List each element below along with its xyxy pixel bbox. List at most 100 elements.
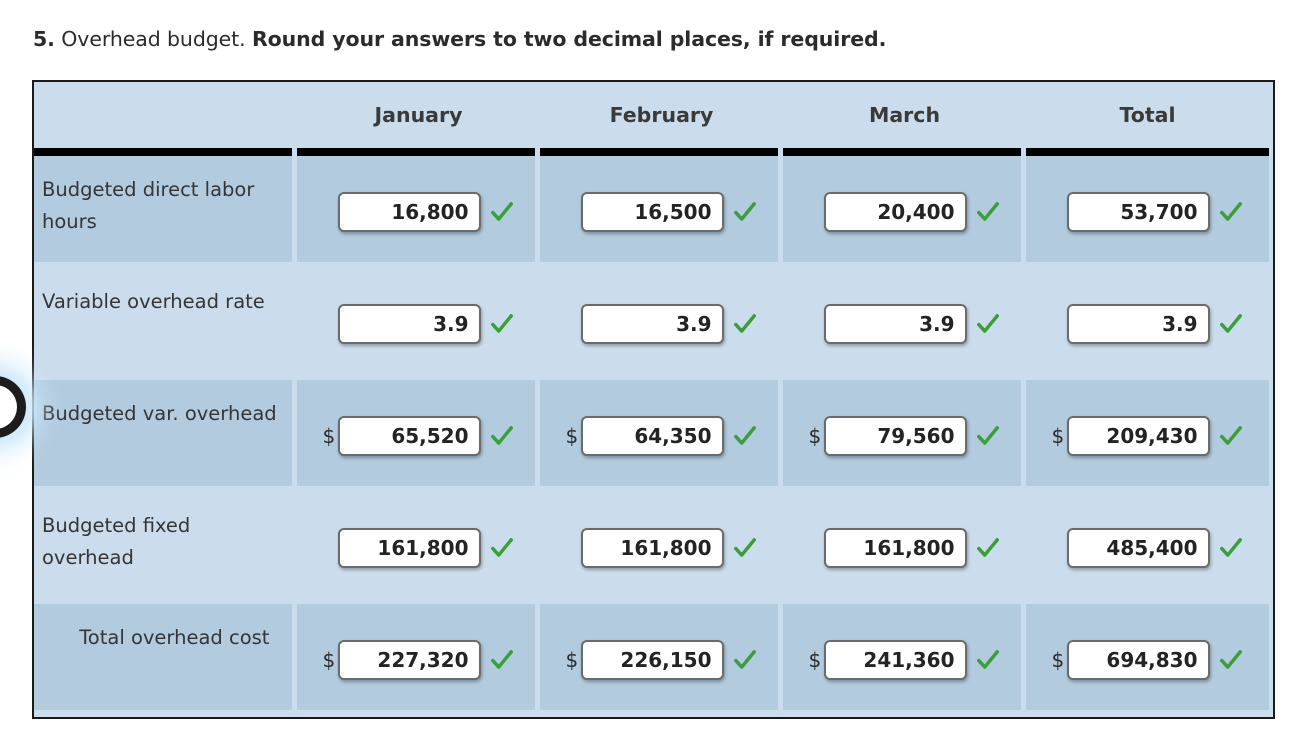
field-group: $ — [297, 156, 540, 268]
page-edge-badge-icon — [0, 376, 26, 438]
answer-input[interactable] — [823, 640, 967, 680]
check-icon — [1219, 202, 1242, 221]
answer-input[interactable] — [1066, 304, 1210, 344]
data-cell: $ — [1026, 268, 1269, 380]
data-cell: $ — [297, 380, 540, 492]
row-label-cell: Total overhead cost — [34, 604, 297, 716]
question-prompt: 5. Overhead budget. Round your answers t… — [33, 27, 886, 51]
row-label-cell: Variable overhead rate — [34, 268, 297, 380]
answer-input[interactable] — [580, 528, 724, 568]
field-group: $ — [540, 268, 783, 380]
data-cell: $ — [540, 604, 783, 716]
row-label: Variable overhead rate — [42, 290, 265, 313]
check-icon — [1219, 650, 1242, 669]
row-label: Budgeted var. overhead — [42, 402, 277, 425]
answer-input[interactable] — [337, 304, 481, 344]
currency-symbol: $ — [565, 648, 579, 672]
answer-input[interactable] — [823, 192, 967, 232]
data-cell: $ — [1026, 604, 1269, 716]
header-cell-march: March — [868, 103, 941, 127]
currency-symbol: $ — [1051, 648, 1065, 672]
table-row: Variable overhead rate$$$$ — [34, 268, 1273, 380]
data-cell: $ — [540, 380, 783, 492]
answer-input[interactable] — [1066, 416, 1210, 456]
answer-input[interactable] — [823, 416, 967, 456]
field-group: $ — [540, 492, 783, 604]
question-instruction: Round your answers to two decimal places… — [251, 27, 887, 51]
question-number: 5. — [33, 27, 55, 51]
check-icon — [1219, 314, 1242, 333]
field-group: $ — [297, 380, 540, 492]
check-icon — [733, 426, 756, 445]
answer-input[interactable] — [337, 192, 481, 232]
currency-symbol: $ — [565, 424, 579, 448]
field-group: $ — [1026, 380, 1269, 492]
currency-symbol: $ — [808, 648, 822, 672]
check-icon — [490, 314, 513, 333]
data-cell: $ — [297, 604, 540, 716]
answer-input[interactable] — [823, 304, 967, 344]
field-group: $ — [1026, 156, 1269, 268]
row-label-cell: Budgeted fixed overhead — [34, 492, 297, 604]
check-icon — [733, 314, 756, 333]
check-icon — [490, 202, 513, 221]
field-group: $ — [783, 156, 1026, 268]
answer-input[interactable] — [337, 640, 481, 680]
data-cell: $ — [540, 268, 783, 380]
currency-symbol: $ — [322, 648, 336, 672]
field-group: $ — [783, 604, 1026, 716]
check-icon — [976, 426, 999, 445]
field-group: $ — [540, 604, 783, 716]
answer-input[interactable] — [1066, 640, 1210, 680]
overhead-budget-table: January February March Total Budgeted di… — [32, 80, 1275, 719]
field-group: $ — [1026, 492, 1269, 604]
row-label: Total overhead cost — [42, 626, 270, 649]
answer-input[interactable] — [1066, 528, 1210, 568]
data-cell: $ — [783, 380, 1026, 492]
header-cell-total: Total — [1119, 103, 1176, 127]
data-cell: $ — [783, 156, 1026, 268]
check-icon — [733, 202, 756, 221]
answer-input[interactable] — [1066, 192, 1210, 232]
check-icon — [976, 314, 999, 333]
field-group: $ — [783, 492, 1026, 604]
field-group: $ — [783, 380, 1026, 492]
answer-input[interactable] — [337, 528, 481, 568]
row-label-cell: Budgeted direct labor hours — [34, 156, 297, 268]
check-icon — [976, 202, 999, 221]
data-cell: $ — [540, 156, 783, 268]
answer-input[interactable] — [580, 416, 724, 456]
check-icon — [1219, 538, 1242, 557]
table-row: Total overhead cost $ $ $ $ — [34, 604, 1273, 716]
check-icon — [733, 538, 756, 557]
field-group: $ — [1026, 268, 1269, 380]
question-text: Overhead budget. — [54, 27, 252, 51]
currency-symbol: $ — [322, 424, 336, 448]
answer-input[interactable] — [823, 528, 967, 568]
currency-symbol: $ — [1051, 424, 1065, 448]
check-icon — [490, 650, 513, 669]
table-row: Budgeted direct labor hours$$$$ — [34, 156, 1273, 268]
field-group: $ — [540, 156, 783, 268]
field-group: $ — [783, 268, 1026, 380]
answer-input[interactable] — [337, 416, 481, 456]
table-row: Budgeted fixed overhead$$$$ — [34, 492, 1273, 604]
check-icon — [976, 650, 999, 669]
field-group: $ — [540, 380, 783, 492]
answer-input[interactable] — [580, 640, 724, 680]
data-cell: $ — [297, 156, 540, 268]
data-cell: $ — [297, 492, 540, 604]
check-icon — [733, 650, 756, 669]
check-icon — [1219, 426, 1242, 445]
field-group: $ — [297, 492, 540, 604]
data-cell: $ — [1026, 380, 1269, 492]
data-cell: $ — [783, 268, 1026, 380]
currency-symbol: $ — [808, 424, 822, 448]
answer-input[interactable] — [580, 304, 724, 344]
data-cell: $ — [297, 268, 540, 380]
answer-input[interactable] — [580, 192, 724, 232]
table-body: Budgeted direct labor hours$$$$Variable … — [34, 156, 1273, 716]
header-cell-february: February — [609, 103, 714, 127]
row-label: Budgeted fixed overhead — [42, 514, 197, 569]
field-group: $ — [297, 268, 540, 380]
